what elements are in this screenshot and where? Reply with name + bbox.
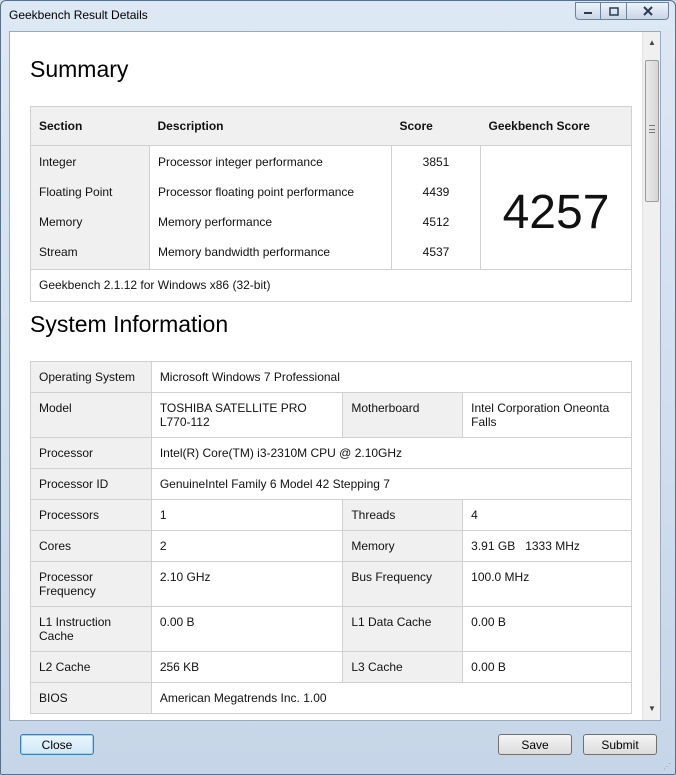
description-cell: Processor floating point performance (149, 177, 392, 207)
grip-icon (649, 125, 655, 133)
processors-value: 1 (150, 499, 344, 531)
cores-value: 2 (150, 530, 344, 562)
scroll-thumb[interactable] (645, 60, 659, 202)
table-row: Cores 2 Memory 3.91 GB 1333 MHz (30, 530, 632, 562)
table-row: Processors 1 Threads 4 (30, 499, 632, 531)
title-bar[interactable]: Geekbench Result Details (1, 1, 675, 31)
motherboard-value: Intel Corporation Oneonta Falls (462, 392, 632, 438)
content-frame: Summary Section Description Score Geekbe… (9, 31, 661, 721)
l1-instruction-cache-value: 0.00 B (150, 606, 344, 652)
processor-frequency-label: Processor Frequency (30, 561, 152, 607)
description-cell: Memory performance (149, 207, 392, 237)
summary-header-row: Section Description Score Geekbench Scor… (30, 106, 632, 146)
score-cell: 4439 (391, 177, 481, 207)
geekbench-score-value: 4257 (502, 185, 610, 239)
maximize-icon (608, 6, 619, 16)
header-description: Description (149, 106, 392, 146)
summary-heading: Summary (30, 56, 129, 82)
model-value: TOSHIBA SATELLITE PRO L770-112 (150, 392, 344, 438)
l1-data-cache-label: L1 Data Cache (342, 606, 464, 652)
cores-label: Cores (30, 530, 152, 562)
vertical-scrollbar[interactable]: ▲ ▼ (642, 32, 660, 720)
maximize-button[interactable] (601, 2, 627, 20)
table-row: L1 Instruction Cache 0.00 B L1 Data Cach… (30, 606, 632, 652)
scroll-down-icon[interactable]: ▼ (647, 702, 657, 716)
dialog-window: Geekbench Result Details Summary Section… (0, 0, 676, 775)
os-value: Microsoft Windows 7 Professional (150, 361, 633, 393)
processor-id-label: Processor ID (30, 468, 152, 500)
header-score: Score (391, 106, 481, 146)
close-button[interactable]: Close (20, 734, 94, 755)
score-cell: 4512 (391, 207, 481, 237)
minimize-icon (584, 12, 592, 14)
description-cell: Memory bandwidth performance (149, 237, 392, 270)
l1-instruction-cache-label: L1 Instruction Cache (30, 606, 152, 652)
table-row: Processor Intel(R) Core(TM) i3-2310M CPU… (30, 437, 633, 469)
l1-data-cache-value: 0.00 B (462, 606, 632, 652)
table-row: Processor ID GenuineIntel Family 6 Model… (30, 468, 633, 500)
resize-grip-icon[interactable]: ⋰ (663, 762, 673, 772)
window-controls (575, 2, 669, 20)
motherboard-label: Motherboard (342, 392, 464, 438)
header-section: Section (30, 106, 150, 146)
bus-frequency-value: 100.0 MHz (462, 561, 632, 607)
table-row: Model TOSHIBA SATELLITE PRO L770-112 Mot… (30, 392, 632, 438)
processors-label: Processors (30, 499, 152, 531)
table-row: BIOS American Megatrends Inc. 1.00 (30, 682, 633, 714)
score-cell: 4537 (391, 237, 481, 270)
version-text: Geekbench 2.1.12 for Windows x86 (32-bit… (30, 269, 632, 302)
processor-frequency-value: 2.10 GHz (150, 561, 344, 607)
memory-label: Memory (342, 530, 464, 562)
table-row: Processor Frequency 2.10 GHz Bus Frequen… (30, 561, 632, 607)
threads-label: Threads (342, 499, 464, 531)
bios-label: BIOS (30, 682, 152, 714)
section-cell: Integer (30, 145, 150, 177)
summary-table: Section Description Score Geekbench Scor… (30, 106, 632, 302)
processor-label: Processor (30, 437, 152, 469)
details-scroll-area[interactable]: Summary Section Description Score Geekbe… (10, 32, 642, 720)
l3-cache-value: 0.00 B (462, 651, 632, 683)
table-row: Operating System Microsoft Windows 7 Pro… (30, 361, 633, 393)
bios-value: American Megatrends Inc. 1.00 (150, 682, 633, 714)
scroll-up-icon[interactable]: ▲ (647, 36, 657, 50)
minimize-button[interactable] (575, 2, 601, 20)
model-label: Model (30, 392, 152, 438)
processor-id-value: GenuineIntel Family 6 Model 42 Stepping … (150, 468, 633, 500)
submit-button[interactable]: Submit (583, 734, 657, 755)
system-info-heading: System Information (30, 311, 229, 337)
close-window-button[interactable] (627, 2, 669, 20)
score-cell: 3851 (391, 145, 481, 177)
l3-cache-label: L3 Cache (342, 651, 464, 683)
l2-cache-label: L2 Cache (30, 651, 152, 683)
description-cell: Processor integer performance (149, 145, 392, 177)
table-row: Integer Processor integer performance 38… (30, 145, 632, 239)
bus-frequency-label: Bus Frequency (342, 561, 464, 607)
memory-value: 3.91 GB 1333 MHz (462, 530, 632, 562)
version-row: Geekbench 2.1.12 for Windows x86 (32-bit… (30, 269, 632, 302)
processor-value: Intel(R) Core(TM) i3-2310M CPU @ 2.10GHz (150, 437, 633, 469)
system-info-table: Operating System Microsoft Windows 7 Pro… (30, 361, 633, 714)
section-cell: Memory (30, 207, 150, 237)
header-geekbench-score: Geekbench Score (480, 106, 632, 146)
window-title: Geekbench Result Details (9, 8, 148, 22)
threads-value: 4 (462, 499, 632, 531)
section-cell: Floating Point (30, 177, 150, 207)
l2-cache-value: 256 KB (150, 651, 344, 683)
table-row: L2 Cache 256 KB L3 Cache 0.00 B (30, 651, 632, 683)
close-icon (642, 6, 653, 16)
section-cell: Stream (30, 237, 150, 270)
save-button[interactable]: Save (498, 734, 572, 755)
os-label: Operating System (30, 361, 152, 393)
